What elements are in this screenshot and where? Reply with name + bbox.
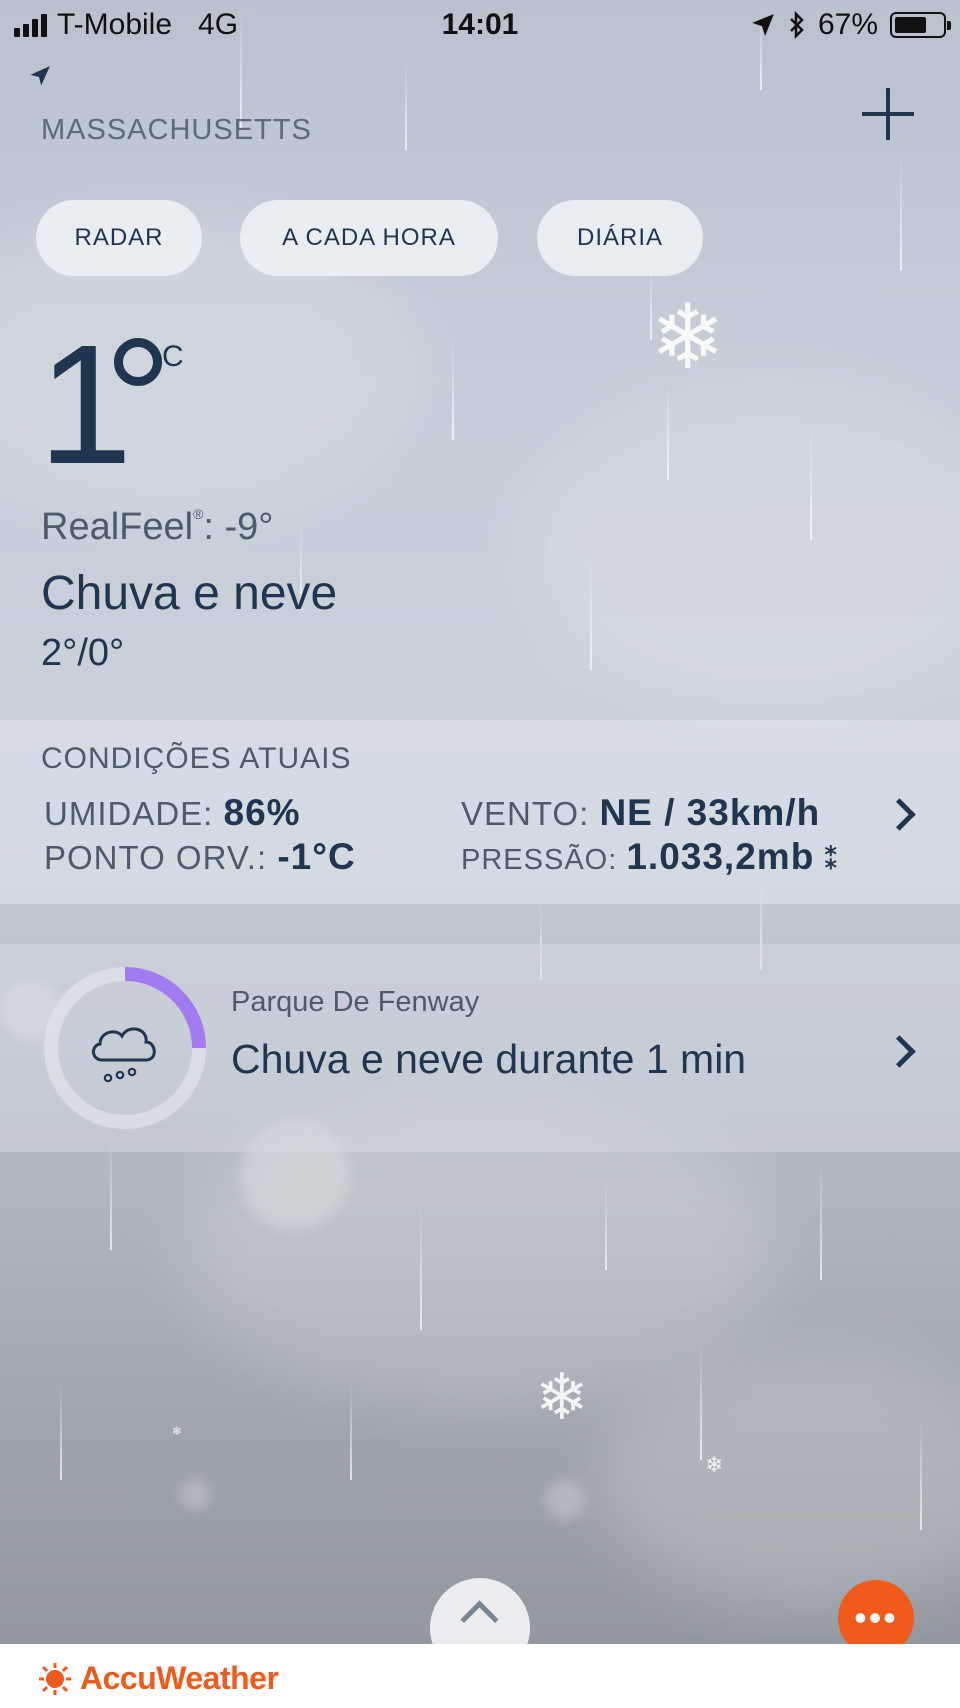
dew-point-label: PONTO ORV.: [44,839,268,876]
temperature-unit: C [162,340,184,373]
status-right: 67% [750,8,951,42]
pressure-value: 1.033,2mb [626,836,815,877]
dew-point-value: -1°C [277,836,356,877]
pressure-trend-icon: ⁑ [823,843,841,876]
current-condition: Chuva e neve [41,567,338,620]
brand-name: AccuWeather [80,1660,279,1696]
bluetooth-icon [790,11,804,39]
snowflake-icon: ❄ [535,1361,589,1433]
minutecast-location: Parque De Fenway [231,986,480,1018]
wind-label: VENTO: [461,795,590,832]
current-temperature: 1 [38,310,133,500]
hi-lo-temperature: 2°/0° [41,632,125,674]
wind-value: NE / 33km/h [599,792,821,833]
pressure-label: PRESSÃO: [461,844,618,876]
humidity-value: 86% [223,792,301,833]
battery-percent: 67% [817,8,878,41]
status-bar: T-Mobile 4G 14:01 67% [0,0,960,52]
tab-hourly[interactable]: A CADA HORA [240,200,498,276]
location-services-icon [752,14,774,36]
more-icon: ••• [854,1597,898,1638]
registered-mark: ® [193,506,204,522]
snowflake-icon: ❄ [172,1424,183,1438]
realfeel-value: : -9° [203,506,274,548]
accuweather-logo[interactable]: AccuWeather [38,1660,279,1697]
conditions-title: CONDIÇÕES ATUAIS [41,742,352,775]
cloud-snow-icon [92,1027,156,1083]
chevron-up-icon [460,1600,499,1639]
tab-radar[interactable]: RADAR [36,200,202,276]
humidity-label: UMIDADE: [44,795,214,832]
wind: VENTO: NE / 33km/h [461,792,820,834]
humidity: UMIDADE: 86% [44,792,301,834]
tab-daily[interactable]: DIÁRIA [537,200,703,276]
snowflake-icon: ❄ [705,1452,724,1477]
degree-symbol [114,338,162,386]
realfeel: RealFeel®: -9° [41,506,274,549]
minutecast-summary: Chuva e neve durante 1 min [231,1036,747,1082]
snowflake-icon: ❄ [650,288,726,388]
region-name[interactable]: MASSACHUSETTS [41,114,312,147]
pressure: PRESSÃO: 1.033,2mb ⁑ [461,836,840,878]
location-arrow-icon[interactable] [26,64,52,90]
dew-point: PONTO ORV.: -1°C [44,836,356,878]
battery-icon [890,12,951,38]
plus-icon[interactable] [860,86,916,142]
realfeel-label: RealFeel [41,506,194,548]
sun-icon [39,1662,71,1695]
